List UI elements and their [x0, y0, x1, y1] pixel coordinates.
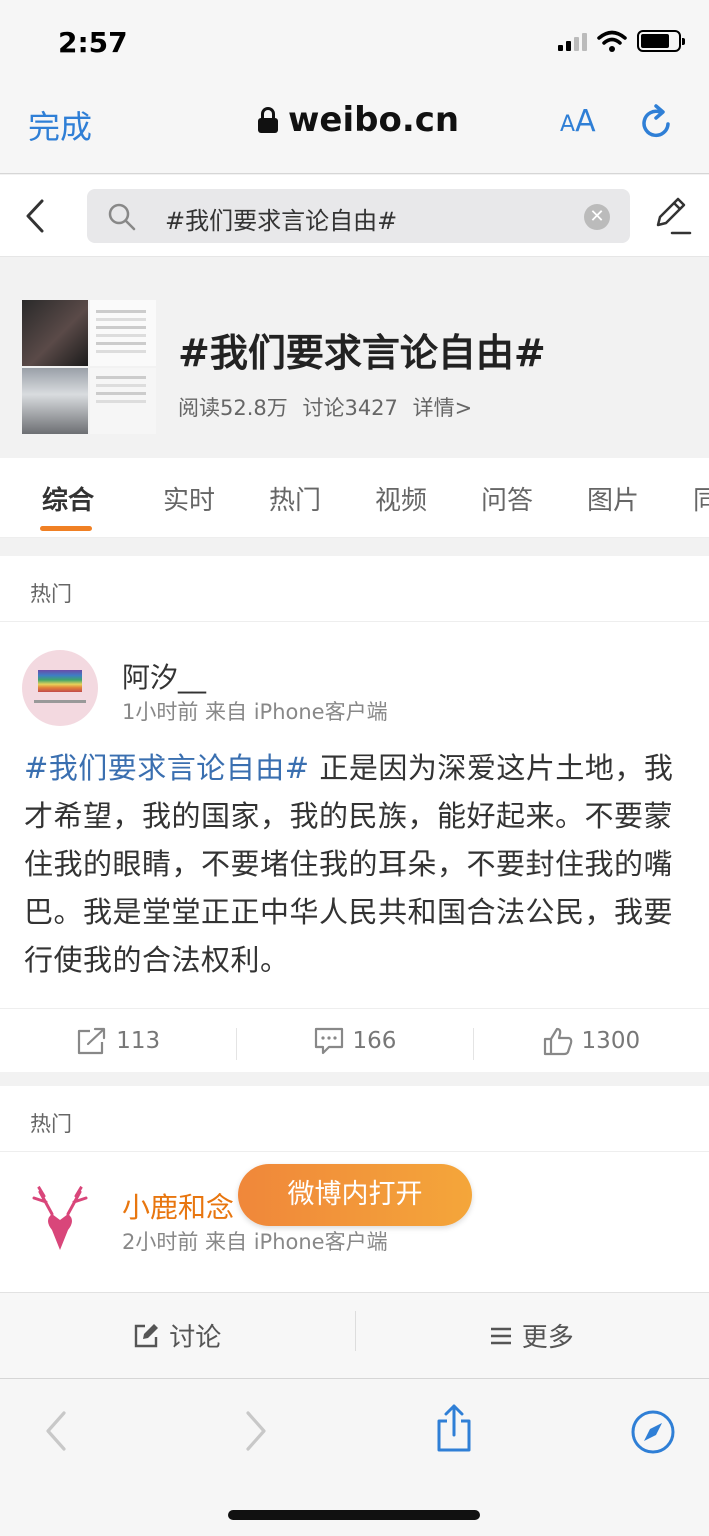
tab-comprehensive[interactable]: 综合 — [0, 458, 136, 537]
search-icon — [108, 203, 136, 231]
text-size-large-label: A — [575, 104, 596, 139]
browser-address-bar: 完成 weibo.cn AA — [0, 82, 709, 174]
post-text: #我们要求言论自由# 正是因为深爱这片土地，我才希望，我的国家，我的民族，能好起… — [0, 732, 709, 1008]
compass-icon[interactable] — [630, 1409, 676, 1455]
done-button[interactable]: 完成 — [28, 102, 92, 148]
status-time: 2:57 — [58, 26, 128, 59]
section-label: 热门 — [0, 556, 709, 622]
compose-icon[interactable] — [650, 193, 692, 237]
search-bar: #我们要求言论自由# ✕ — [0, 175, 709, 257]
author-name[interactable]: 阿汐__ — [122, 656, 206, 696]
status-icons — [558, 30, 685, 52]
topic-tabs: 综合 实时 热门 视频 问答 图片 同城 — [0, 458, 709, 538]
battery-icon — [637, 30, 685, 52]
discuss-label: 讨论 — [169, 1323, 222, 1353]
text-size-button[interactable]: AA — [560, 104, 596, 139]
tab-images[interactable]: 图片 — [560, 458, 666, 537]
comment-icon — [314, 1027, 343, 1054]
comment-count: 166 — [352, 1027, 397, 1054]
topic-discussions: 讨论3427 — [302, 396, 398, 420]
topic-cover-image — [22, 300, 156, 434]
status-bar: 2:57 — [0, 0, 709, 82]
share-icon[interactable] — [434, 1403, 474, 1453]
like-count: 1300 — [581, 1027, 641, 1054]
lock-icon — [258, 107, 278, 133]
edit-icon — [135, 1323, 159, 1347]
reload-icon[interactable] — [638, 102, 674, 142]
post-actions: 113 166 1300 — [0, 1008, 709, 1072]
more-label: 更多 — [521, 1323, 574, 1353]
like-button[interactable]: 1300 — [472, 1026, 709, 1060]
more-button[interactable]: 更多 — [354, 1311, 709, 1354]
post-meta: 2小时前 来自 iPhone客户端 — [122, 1230, 388, 1254]
tab-video[interactable]: 视频 — [348, 458, 454, 537]
tab-qa[interactable]: 问答 — [454, 458, 560, 537]
repost-icon — [78, 1027, 106, 1054]
open-in-app-button[interactable]: 微博内打开 — [238, 1164, 472, 1226]
menu-icon — [490, 1327, 511, 1344]
search-input[interactable]: #我们要求言论自由# ✕ — [87, 189, 630, 243]
deer-logo-icon — [32, 1184, 88, 1250]
search-query: #我们要求言论自由# — [165, 207, 398, 235]
url-domain: weibo.cn — [288, 100, 460, 140]
discuss-button[interactable]: 讨论 — [0, 1317, 355, 1354]
repost-count: 113 — [116, 1027, 161, 1054]
post-meta: 1小时前 来自 iPhone客户端 — [122, 700, 388, 724]
tab-hot[interactable]: 热门 — [242, 458, 348, 537]
topic-details-link[interactable]: 详情> — [413, 396, 473, 420]
cellular-signal-icon — [558, 31, 587, 51]
topic-reads: 阅读52.8万 — [178, 396, 288, 420]
repost-button[interactable]: 113 — [0, 1026, 236, 1056]
back-icon[interactable] — [22, 197, 48, 235]
topic-stats: 阅读52.8万 讨论3427 详情> — [178, 392, 480, 422]
thumbs-up-icon — [543, 1027, 572, 1055]
author-name[interactable]: 小鹿和念 — [122, 1186, 234, 1226]
comment-button[interactable]: 166 — [236, 1026, 472, 1060]
hashtag-link[interactable]: #我们要求言论自由# — [24, 751, 310, 785]
section-label: 热门 — [0, 1086, 709, 1152]
topic-header: #我们要求言论自由# 阅读52.8万 讨论3427 详情> — [0, 258, 709, 458]
browser-forward-icon[interactable] — [240, 1409, 270, 1453]
avatar[interactable] — [22, 650, 98, 726]
post-card: 热门 阿汐__ 1小时前 来自 iPhone客户端 #我们要求言论自由# 正是因… — [0, 556, 709, 1072]
avatar[interactable] — [22, 1180, 98, 1256]
tab-local[interactable]: 同城 — [666, 458, 709, 537]
text-size-small-label: A — [560, 112, 576, 137]
topic-title: #我们要求言论自由# — [178, 331, 546, 375]
home-indicator[interactable] — [228, 1510, 480, 1520]
wifi-icon — [597, 30, 627, 52]
tab-realtime[interactable]: 实时 — [136, 458, 242, 537]
clear-search-button[interactable]: ✕ — [584, 204, 610, 230]
weibo-bottom-bar: 讨论 更多 — [0, 1292, 709, 1378]
post-header: 阿汐__ 1小时前 来自 iPhone客户端 — [0, 622, 709, 732]
browser-back-icon[interactable] — [42, 1409, 72, 1453]
url-display[interactable]: weibo.cn — [258, 100, 459, 140]
